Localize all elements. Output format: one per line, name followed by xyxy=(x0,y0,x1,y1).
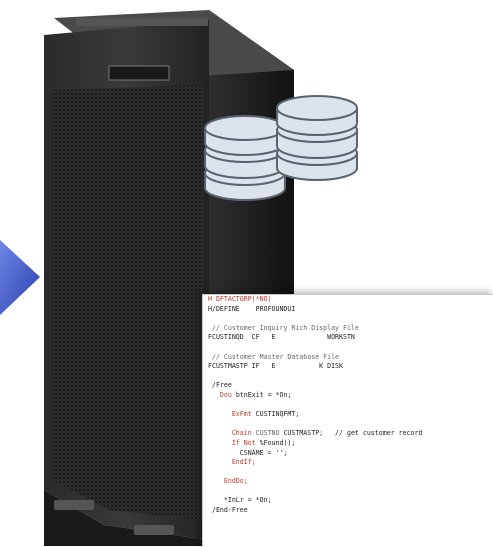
database-icon xyxy=(272,88,362,183)
code-line: FCUSTMASTP IF E K DISK xyxy=(208,362,493,372)
code-line: // Customer Inquiry Rich Display File xyxy=(208,324,493,334)
code-token: Chain xyxy=(231,429,256,438)
code-token: H/DEFINE PROFOUNDUI xyxy=(208,304,296,313)
code-line: ExFmt CUSTINQFMT; xyxy=(208,410,493,420)
code-token: CUSTMASTP; // get customer record xyxy=(283,429,423,438)
code-token: // Customer Inquiry Rich Display File xyxy=(211,323,359,332)
code-token: FCUSTINQD CF E WORKSTN xyxy=(208,333,355,342)
arrow-right-icon xyxy=(0,240,40,315)
code-token: CSNAME = ''; xyxy=(239,448,288,457)
code-token: // Customer Master Database File xyxy=(211,352,340,361)
code-line: /End-Free xyxy=(208,506,493,516)
code-token: Dou xyxy=(219,390,236,399)
code-line: *InLr = *On; xyxy=(208,496,493,506)
code-line: H/DEFINE PROFOUNDUI xyxy=(208,305,493,315)
code-token: btnExit = *On; xyxy=(235,390,292,399)
code-line: EndDo; xyxy=(208,477,493,487)
code-line: CSNAME = ''; xyxy=(208,449,493,459)
code-line: Dou btnExit = *On; xyxy=(208,391,493,401)
code-line: H DFTACTGRP(*NO) xyxy=(208,295,493,305)
code-token: EndIf; xyxy=(231,458,256,467)
code-token: /Free xyxy=(211,381,232,390)
code-token: %Found(); xyxy=(259,438,296,447)
code-line: // Customer Master Database File xyxy=(208,353,493,363)
code-line: Chain CUSTNO CUSTMASTP; // get customer … xyxy=(208,429,493,439)
code-window: H DFTACTGRP(*NO) H/DEFINE PROFOUNDUI // C… xyxy=(202,294,493,547)
code-token: FCUSTMASTP IF E K DISK xyxy=(208,362,343,371)
code-listing: H DFTACTGRP(*NO) H/DEFINE PROFOUNDUI // C… xyxy=(203,295,493,516)
code-token: /End-Free xyxy=(211,506,248,515)
code-token: EndDo; xyxy=(223,477,248,486)
code-token: *InLr = *On; xyxy=(223,496,272,505)
code-token: CUSTINQFMT; xyxy=(255,410,300,419)
code-token: H DFTACTGRP(*NO) xyxy=(208,295,272,303)
code-line: EndIf; xyxy=(208,458,493,468)
code-line: FCUSTINQD CF E WORKSTN xyxy=(208,333,493,343)
code-token: If Not xyxy=(231,438,260,447)
code-token: CUSTNO xyxy=(255,429,284,438)
code-token: ExFmt xyxy=(231,410,256,419)
code-line: If Not %Found(); xyxy=(208,439,493,449)
code-line: /Free xyxy=(208,381,493,391)
